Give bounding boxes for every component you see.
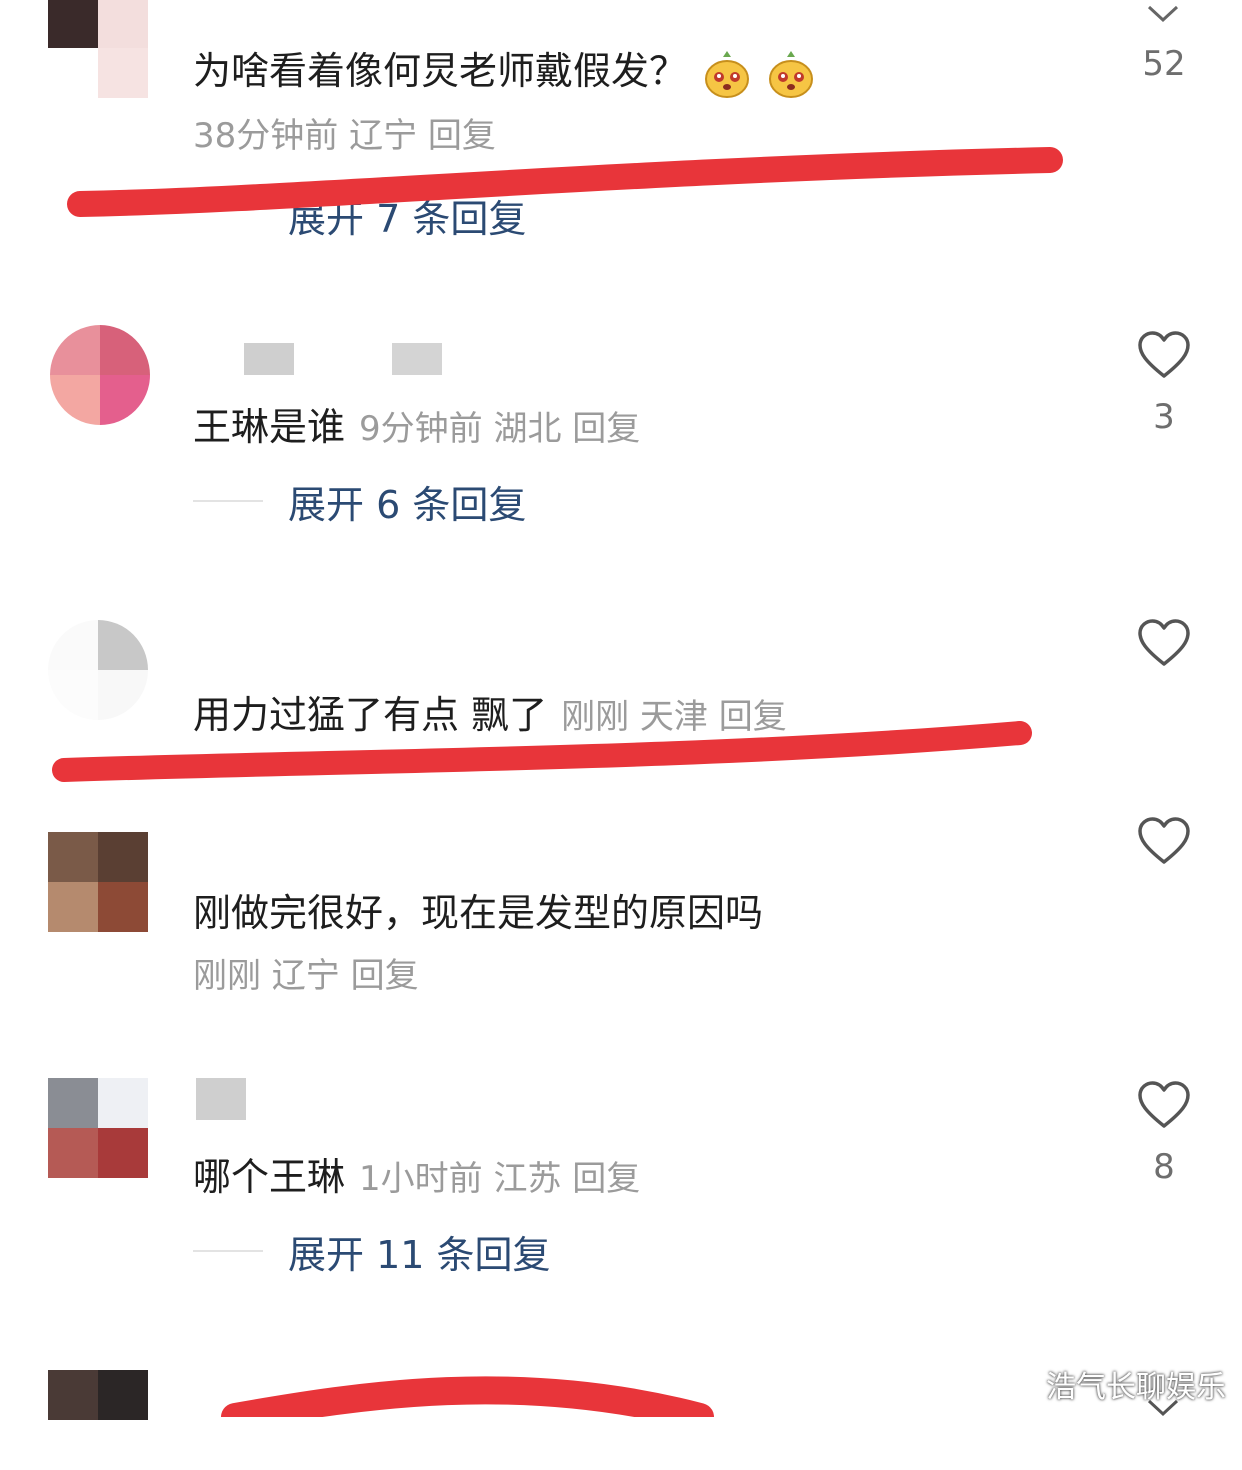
annotation-stroke xyxy=(52,721,1032,782)
annotation-strokes xyxy=(52,147,1063,1417)
annotation-stroke xyxy=(67,147,1063,217)
watermark: 浩气长聊娱乐 xyxy=(1046,1370,1226,1405)
annotation-stroke xyxy=(221,1376,714,1417)
